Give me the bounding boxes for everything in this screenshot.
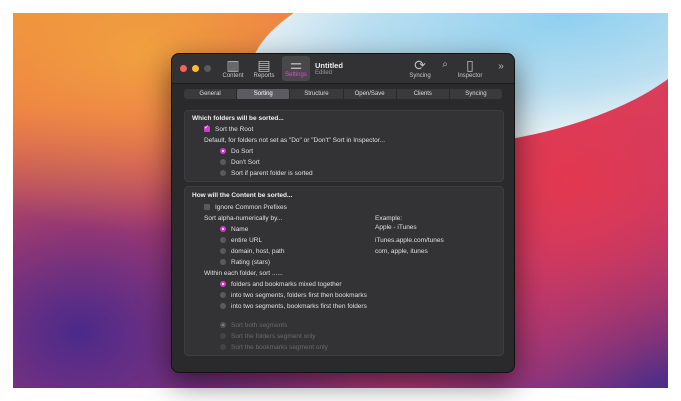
settings-sliders-icon: ⚌ (289, 56, 303, 72)
toolbar-syncing-label: Syncing (409, 73, 431, 79)
bookmarks-first-label: into two segments, bookmarks first then … (231, 303, 367, 310)
toolbar-settings-button[interactable]: ⚌ Settings (282, 56, 310, 81)
sort-root-checkbox[interactable]: Sort the Root (204, 124, 254, 133)
tab-open-save[interactable]: Open/Save (344, 89, 397, 99)
folders-first-radio[interactable]: into two segments, folders first then bo… (220, 292, 367, 299)
example-heading: Example: (375, 215, 403, 222)
content-sorted-heading: How will the Content be sorted... (192, 192, 293, 199)
search-icon: ⌕ (442, 59, 448, 70)
sort-by-domain-label: domain, host, path (231, 248, 285, 255)
radio-unselected-icon (220, 237, 226, 243)
toolbar-syncing-button[interactable]: ⟳ Syncing (407, 57, 433, 79)
example-name-value: Apple - iTunes (375, 224, 417, 231)
preferences-tabs: General Sorting Structure Open/Save Clie… (184, 89, 502, 99)
ignore-prefixes-label: Ignore Common Prefixes (215, 204, 287, 211)
folders-sorted-group: Which folders will be sorted... Sort the… (184, 110, 504, 182)
ignore-prefixes-checkbox[interactable]: Ignore Common Prefixes (204, 204, 287, 211)
tab-sorting[interactable]: Sorting (237, 89, 291, 99)
minimize-window-button[interactable] (192, 65, 199, 72)
chevron-right-double-icon: » (498, 61, 504, 72)
tab-general[interactable]: General (184, 89, 238, 99)
window-subtitle: Edited (315, 70, 333, 76)
sort-bookmarks-segment-radio[interactable]: Sort the bookmarks segment only (220, 344, 328, 351)
sort-if-parent-radio[interactable]: Sort if parent folder is sorted (220, 170, 313, 177)
toolbar-reports-button[interactable]: ▤ Reports (250, 57, 278, 79)
syncing-icon: ⟳ (414, 57, 426, 73)
bookmarks-first-radio[interactable]: into two segments, bookmarks first then … (220, 303, 367, 310)
sort-folders-segment-label: Sort the folders segment only (231, 333, 316, 340)
tab-clients[interactable]: Clients (397, 89, 450, 99)
sort-both-segments-radio[interactable]: Sort both segments (220, 322, 287, 329)
radio-unselected-icon (220, 248, 226, 254)
sort-if-parent-label: Sort if parent folder is sorted (231, 170, 313, 177)
radio-selected-icon (220, 148, 226, 154)
content-icon: ▥ (226, 57, 240, 73)
radio-disabled-icon (220, 333, 226, 339)
sort-by-name-radio[interactable]: Name (220, 226, 248, 233)
folders-sorted-heading: Which folders will be sorted... (192, 115, 284, 122)
radio-unselected-icon (220, 170, 226, 176)
dont-sort-radio[interactable]: Don't Sort (220, 159, 260, 166)
sort-by-domain-radio[interactable]: domain, host, path (220, 248, 284, 255)
zoom-window-button[interactable] (204, 65, 211, 72)
tab-syncing[interactable]: Syncing (450, 89, 502, 99)
radio-unselected-icon (220, 259, 226, 265)
toolbar-settings-label: Settings (285, 72, 307, 78)
radio-disabled-selected-icon (220, 322, 226, 328)
radio-unselected-icon (220, 159, 226, 165)
dont-sort-label: Don't Sort (231, 159, 260, 166)
toolbar-content-label: Content (222, 73, 244, 79)
checkbox-checked-icon (204, 124, 210, 132)
radio-disabled-icon (220, 344, 226, 350)
sort-alpha-label: Sort alpha-numerically by... (204, 215, 283, 222)
preferences-window: ▥ Content ▤ Reports ⚌ Settings Untitled … (171, 53, 515, 373)
tab-structure[interactable]: Structure (290, 89, 344, 99)
within-folder-label: Within each folder, sort ...... (204, 270, 283, 277)
sort-by-url-label: entire URL (231, 237, 263, 244)
folders-first-label: into two segments, folders first then bo… (231, 292, 367, 299)
content-sorted-group: How will the Content be sorted... Ignore… (184, 186, 504, 356)
sort-by-url-radio[interactable]: entire URL (220, 237, 262, 244)
radio-unselected-icon (220, 292, 226, 298)
do-sort-radio[interactable]: Do Sort (220, 148, 253, 155)
sort-by-rating-label: Rating (stars) (231, 259, 271, 266)
sort-by-name-label: Name (231, 226, 249, 233)
mixed-together-radio[interactable]: folders and bookmarks mixed together (220, 281, 342, 288)
toolbar-reports-label: Reports (253, 73, 275, 79)
toolbar-search-button[interactable]: ⌕ (438, 57, 452, 73)
window-toolbar: ▥ Content ▤ Reports ⚌ Settings Untitled … (172, 54, 514, 84)
toolbar-inspector-button[interactable]: ▯ Inspector (455, 57, 485, 79)
example-domain-value: com, apple, itunes (375, 248, 428, 255)
sort-both-segments-label: Sort both segments (231, 322, 288, 329)
radio-selected-icon (220, 226, 226, 232)
mixed-together-label: folders and bookmarks mixed together (231, 281, 342, 288)
sort-root-label: Sort the Root (215, 126, 254, 133)
default-sort-description: Default, for folders not set as "Do" or … (204, 137, 385, 144)
radio-unselected-icon (220, 303, 226, 309)
example-url-value: iTunes.apple.com/tunes (375, 237, 444, 244)
close-window-button[interactable] (180, 65, 187, 72)
reports-icon: ▤ (257, 57, 271, 73)
toolbar-content-button[interactable]: ▥ Content (220, 57, 246, 79)
inspector-icon: ▯ (466, 57, 474, 73)
sort-folders-segment-radio[interactable]: Sort the folders segment only (220, 333, 316, 340)
toolbar-inspector-label: Inspector (457, 73, 483, 79)
toolbar-overflow-button[interactable]: » (495, 59, 507, 75)
radio-selected-icon (220, 281, 226, 287)
window-title: Untitled (315, 61, 343, 70)
sort-by-rating-radio[interactable]: Rating (stars) (220, 259, 270, 266)
sort-bookmarks-segment-label: Sort the bookmarks segment only (231, 344, 328, 351)
do-sort-label: Do Sort (231, 148, 254, 155)
checkbox-unchecked-icon (204, 204, 210, 210)
